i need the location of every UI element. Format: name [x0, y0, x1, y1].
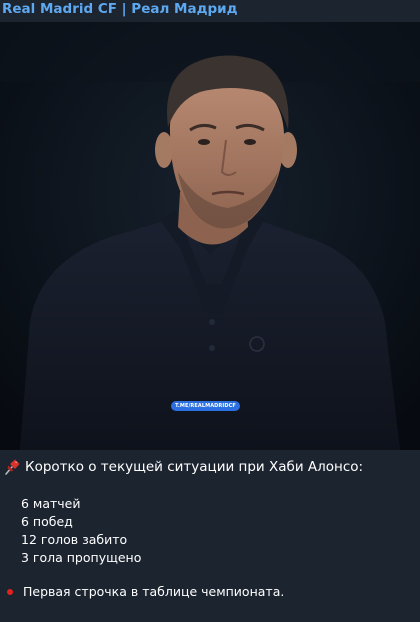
channel-header: Real Madrid CF | Реал Мадрид — [0, 0, 420, 22]
headline-text: Коротко о текущей ситуации при Хаби Алон… — [25, 459, 364, 475]
stat-goals-scored: 12 голов забито — [21, 532, 128, 547]
post-photo[interactable] — [0, 22, 420, 450]
red-circle-icon — [7, 588, 13, 595]
league-note: Первая строчка в таблице чемпионата. — [7, 584, 284, 599]
stat-matches: 6 матчей — [21, 496, 81, 511]
stat-wins: 6 побед — [21, 514, 73, 529]
stat-goals-conceded: 3 гола пропущено — [21, 550, 142, 565]
photo-image — [0, 22, 420, 450]
channel-title[interactable]: Real Madrid CF | Реал Мадрид — [2, 1, 238, 17]
note-text: Первая строчка в таблице чемпионата. — [23, 584, 285, 599]
post-headline: Коротко о текущей ситуации при Хаби Алон… — [3, 458, 363, 476]
watermark-badge: T.ME/REALMADRIDCF — [171, 401, 240, 411]
pushpin-icon — [5, 459, 20, 475]
stats-list: 6 матчей 6 побед 12 голов забито 3 гола … — [21, 495, 141, 567]
post-text: Коротко о текущей ситуации при Хаби Алон… — [0, 450, 420, 622]
